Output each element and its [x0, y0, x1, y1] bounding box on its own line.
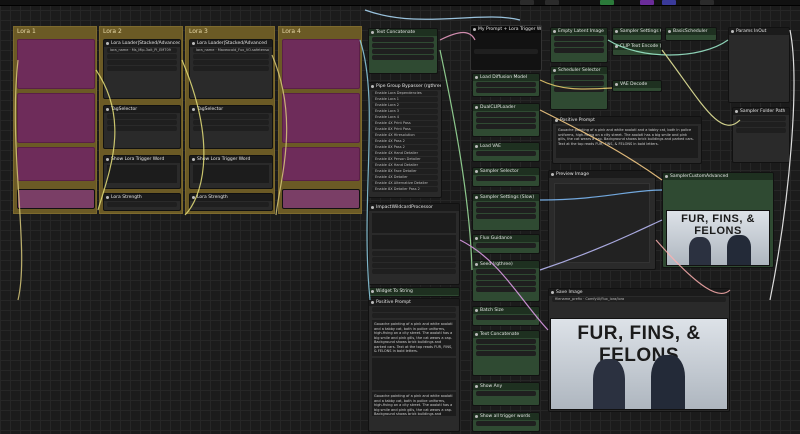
node-wires — [14, 9, 795, 331]
